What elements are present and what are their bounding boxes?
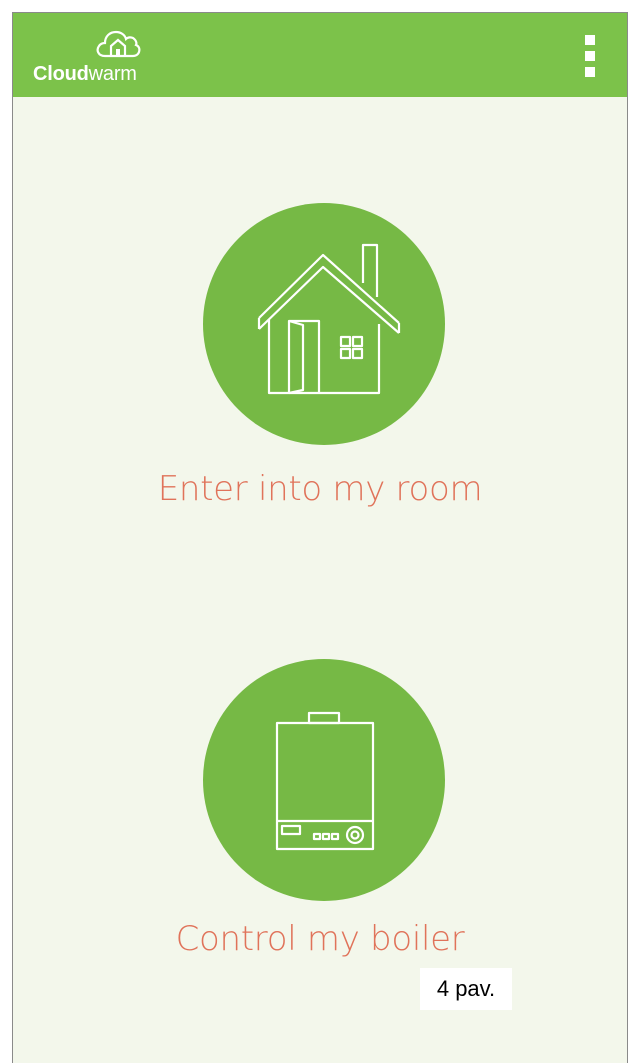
- enter-room-option[interactable]: Enter into my room: [13, 13, 627, 533]
- page-number-label: 4 pav.: [420, 968, 512, 1010]
- control-boiler-option[interactable]: Control my boiler: [13, 533, 627, 983]
- enter-room-button[interactable]: [203, 203, 445, 445]
- enter-room-label: Enter into my room: [157, 469, 483, 509]
- control-boiler-label: Control my boiler: [175, 919, 465, 959]
- house-icon: [257, 243, 401, 395]
- control-boiler-button[interactable]: [203, 659, 445, 901]
- boiler-icon: [275, 711, 375, 851]
- app-screen: Cloudwarm Enter into my room Control my …: [12, 12, 628, 1063]
